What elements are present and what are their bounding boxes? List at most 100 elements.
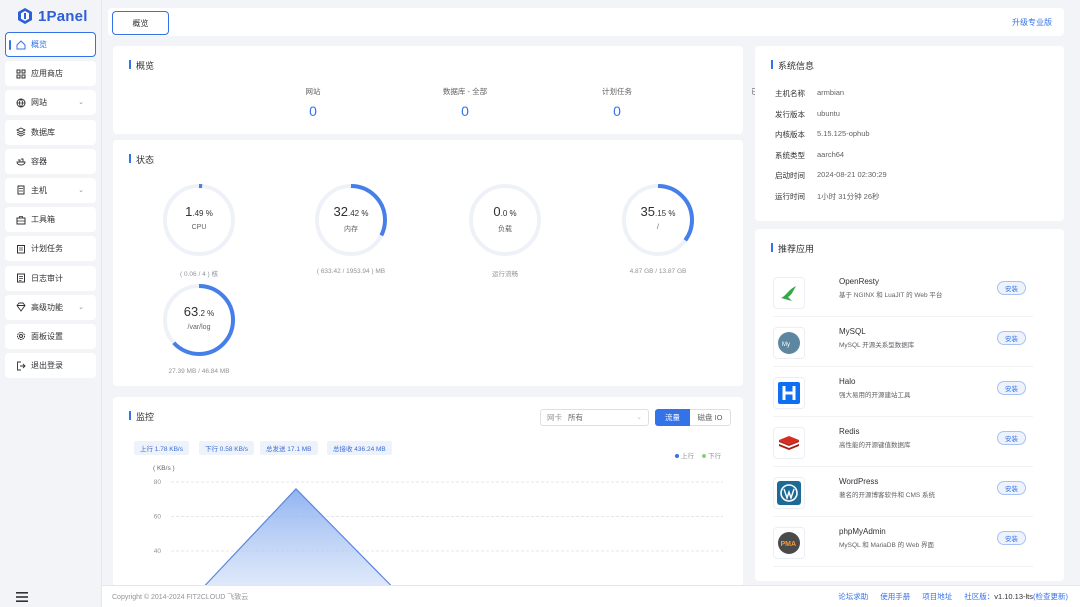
system-info-value: 2024-08-21 02:30:29 [817,170,887,179]
sidebar-item-logout[interactable]: 退出登录 [5,353,96,379]
system-info-key: 主机名称 [775,89,805,98]
redis-icon [773,427,805,459]
gauge-label: /var/log [187,324,211,331]
app-root: 1Panel 概览 应用商店 网站 ⌄ 数据库 容器 主机 ⌄ 工具箱 计划任务 日志审计 高级功能 ⌄… [0,0,1080,607]
y-tick-label: 80 [154,479,162,486]
sidebar-item-server[interactable]: 主机 ⌄ [5,177,96,203]
logout-icon [16,361,26,371]
system-info-key: 内核版本 [775,130,805,139]
sidebar-item-diamond[interactable]: 高级功能 ⌄ [5,294,96,320]
overview-card: 概览 网站 0 数据库 - 全部 0 计划任务 0 已安装应用 0 [113,46,789,134]
app-description: 强大易用的开源建站工具 [839,392,911,399]
gauge-value-dec: .42 % [348,209,369,218]
app-name: phpMyAdmin [839,527,886,536]
menu-collapse-icon[interactable] [16,589,28,602]
log-icon [16,273,26,283]
community-label: 社区版： [964,592,995,601]
sidebar-item-container[interactable]: 容器 [5,148,96,174]
system-info-key: 发行版本 [775,109,805,119]
gauge-disk-var-log: 63.2 % /var/log [161,282,237,358]
app-item-mysql: My MySQL MySQL 开源关系型数据库 安装 [773,321,1033,367]
gauge-value: 63.2 % [161,304,237,319]
install-button[interactable]: 安装 [997,331,1026,345]
app-name: Redis [839,427,860,436]
check-update-link[interactable]: (检查更新) [1033,592,1068,601]
sidebar-item-database[interactable]: 数据库 [5,119,96,145]
sidebar-item-label: 容器 [31,156,47,166]
install-button[interactable]: 安装 [997,281,1026,295]
overview-stat-cron[interactable]: 计划任务 0 [567,86,667,119]
sidebar-item-toolbox[interactable]: 工具箱 [5,207,96,233]
sidebar-item-label: 工具箱 [31,215,55,225]
status-card: 状态 1.49 % CPU ( 0.06 / 4 ) 核 32.42 % 内存 ( 633… [113,140,743,386]
sidebar-item-label: 主机 [31,185,47,195]
app-description: 高性能的开源键值数据库 [839,442,911,449]
system-info-row: 启动时间 2024-08-21 02:30:29 [775,170,887,181]
app-description: MySQL 和 MariaDB 的 Web 界面 [839,542,934,549]
gauge-value-dec: .49 % [192,209,213,218]
wordpress-icon [773,477,805,509]
system-info-key: 启动时间 [775,171,805,180]
system-info-key: 系统类型 [775,150,805,160]
openresty-icon [773,277,805,309]
gauge-label: 内存 [344,226,358,233]
stat-label: 计划任务 [602,87,632,96]
system-info-row: 运行时间 1小时 31分钟 26秒 [775,191,880,202]
y-tick-label: 40 [154,548,162,555]
system-info-key: 运行时间 [775,191,805,201]
gauge-label: 负载 [498,226,512,233]
grid-icon [16,69,26,79]
forum-link[interactable]: 论坛求助 [838,591,868,602]
project-link[interactable]: 项目地址 [922,591,952,602]
sidebar-item-calendar[interactable]: 计划任务 [5,236,96,262]
gauge-ring [315,184,387,256]
system-info-row: 主机名称 armbian [775,88,844,99]
sidebar-item-log[interactable]: 日志审计 [5,265,96,291]
edition-label: 社区版：v1.10.13-lts(检查更新) [964,591,1068,602]
install-button[interactable]: 安装 [997,531,1026,545]
halo-icon [773,377,805,409]
app-name: MySQL [839,327,866,336]
server-icon [16,185,26,195]
install-button[interactable]: 安装 [997,381,1026,395]
status-title: 状态 [129,153,154,166]
sidebar-item-grid[interactable]: 应用商店 [5,61,96,87]
recommended-apps-card: 推荐应用 OpenResty 基于 NGINX 和 LuaJIT 的 Web 平台… [755,229,1064,581]
upgrade-pro-link[interactable]: 升级专业版 [1012,17,1052,28]
sidebar-item-globe[interactable]: 网站 ⌄ [5,90,96,116]
sidebar: 1Panel 概览 应用商店 网站 ⌄ 数据库 容器 主机 ⌄ 工具箱 计划任务 日志审计 高级功能 ⌄… [0,0,102,607]
sidebar-item-label: 计划任务 [31,244,63,254]
svg-text:My: My [782,342,790,348]
stat-value: 0 [613,103,621,119]
sidebar-item-gear[interactable]: 面板设置 [5,323,96,349]
gear-icon [16,331,26,341]
copyright: Copyright © 2014-2024 FIT2CLOUD 飞致云 [112,594,249,601]
sidebar-item-label: 数据库 [31,127,55,137]
gauge-value: 35.15 % [620,204,696,219]
system-info-value: aarch64 [817,149,845,159]
chevron-down-icon: ⌄ [78,99,84,107]
gauge-ring [163,284,235,356]
install-button[interactable]: 安装 [997,431,1026,445]
toolbox-icon [16,215,26,225]
app-item-phpmyadmin: PMA phpMyAdmin MySQL 和 MariaDB 的 Web 界面 安装 [773,521,1033,567]
manual-link[interactable]: 使用手册 [880,591,910,602]
system-info-row: 系统类型 aarch64 [775,150,844,161]
gauge-value-int: 35 [640,204,655,219]
app-name: WordPress [839,477,879,486]
app-item-halo: Halo 强大易用的开源建站工具 安装 [773,371,1033,417]
tab-overview[interactable]: 概览 [112,11,169,35]
system-info-row: 发行版本 ubuntu [775,109,840,120]
system-info-value: 5.15.125-ophub [817,129,870,138]
chevron-down-icon: ⌄ [78,303,84,311]
stat-label: 数据库 - 全部 [442,87,488,96]
overview-stat-databases[interactable]: 数据库 - 全部 0 [415,86,515,119]
gauge-disk-root: 35.15 % / [620,182,696,258]
logo[interactable]: 1Panel [0,0,101,32]
install-button[interactable]: 安装 [997,481,1026,495]
container-icon [16,156,26,166]
sidebar-item-home[interactable]: 概览 [5,32,96,57]
app-name: OpenResty [839,277,880,286]
recommended-apps-title: 推荐应用 [771,242,814,255]
overview-stat-websites[interactable]: 网站 0 [263,86,363,119]
